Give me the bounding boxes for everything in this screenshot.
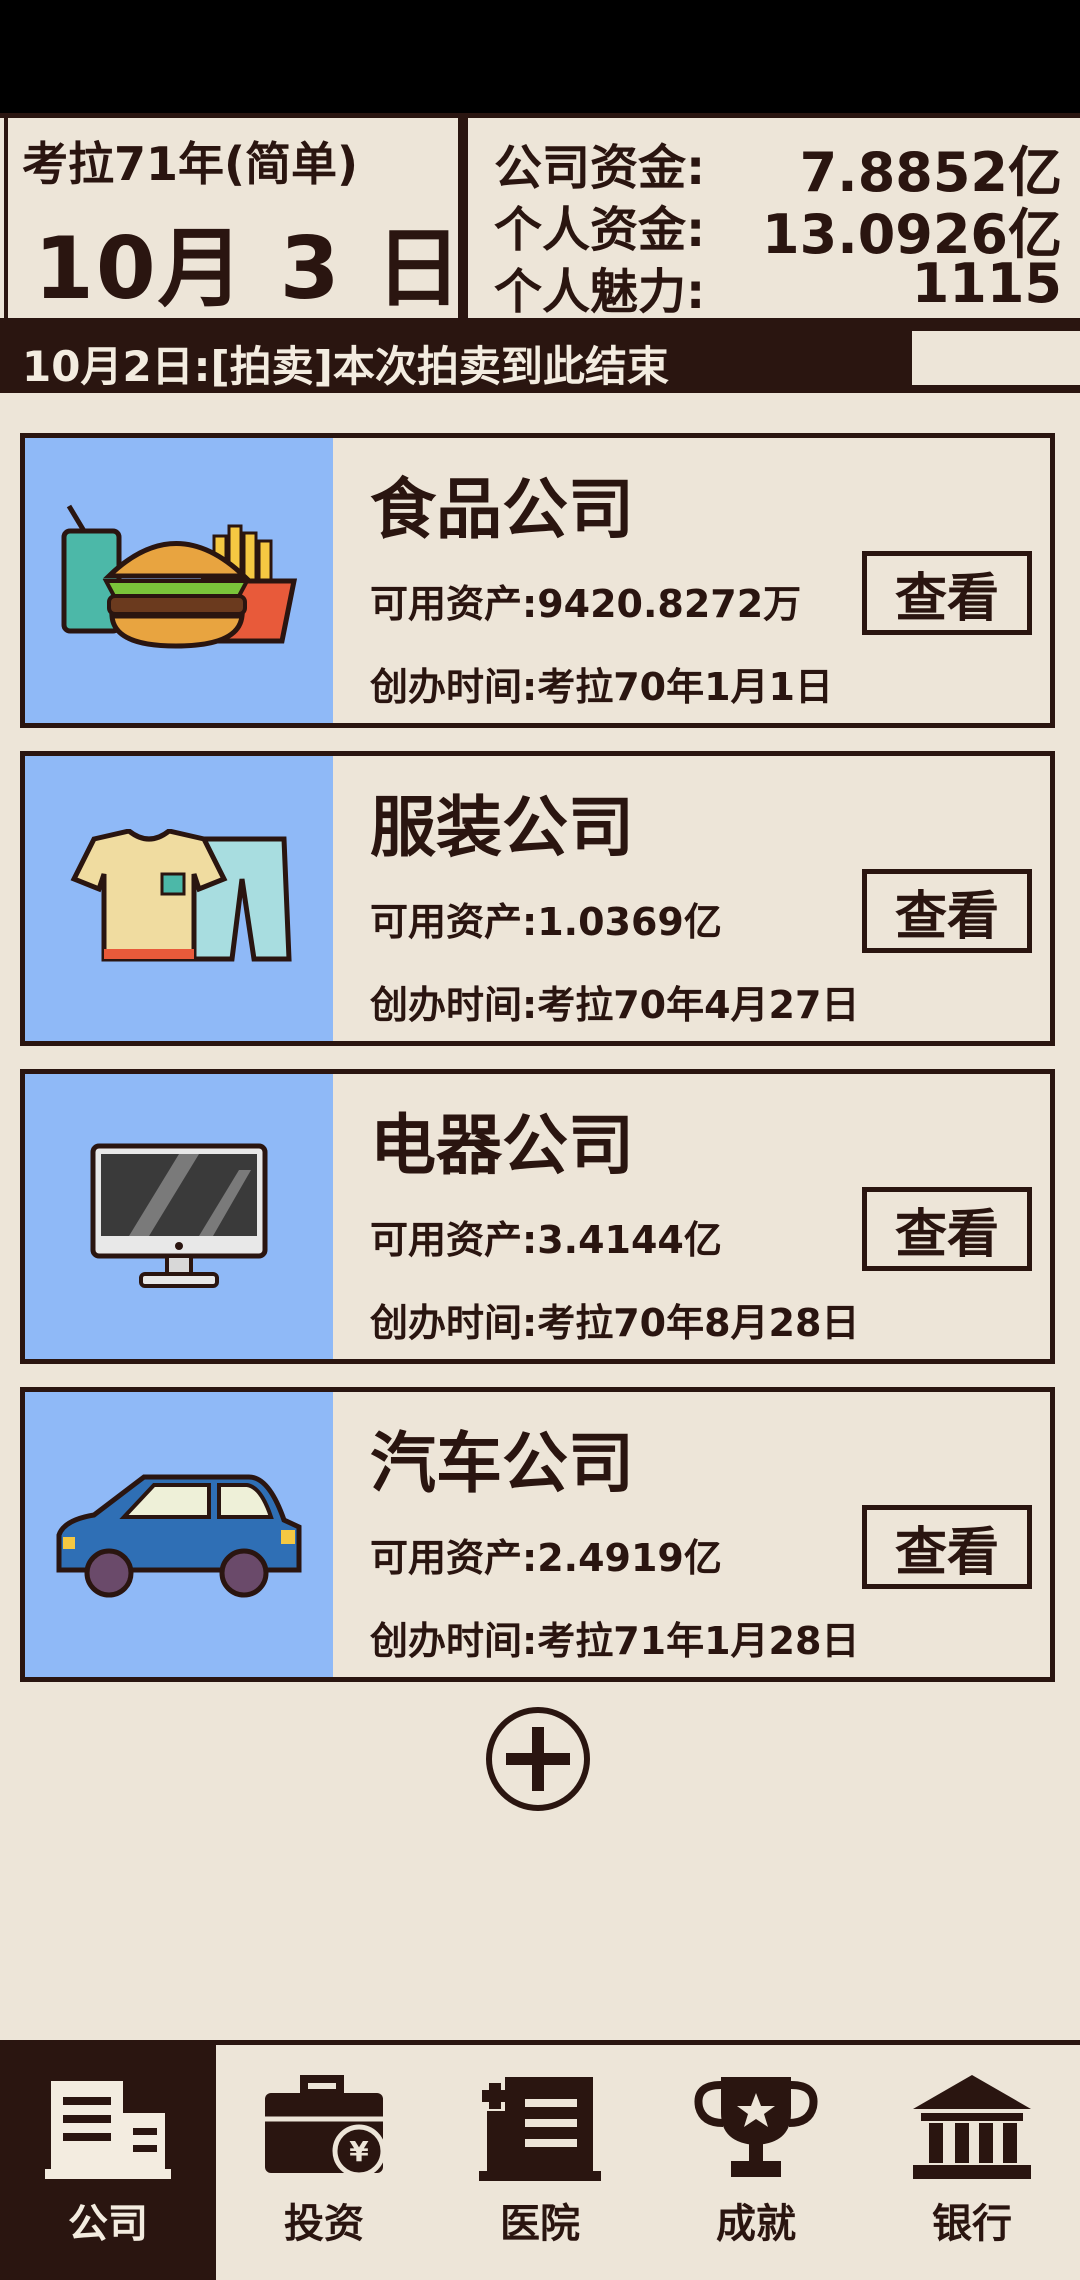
company-founded-date: 创办时间:考拉70年4月27日 (370, 983, 860, 1027)
monitor-icon (90, 1143, 268, 1288)
company-assets: 可用资产:2.4919亿 (370, 1536, 722, 1580)
news-ticker[interactable]: 10月2日:[拍卖]本次拍卖到此结束 (0, 323, 1080, 393)
company-image (25, 756, 333, 1041)
company-name: 食品公司 (370, 471, 634, 548)
nav-label: 成就 (716, 2201, 796, 2247)
view-button[interactable]: 查看 (862, 551, 1032, 635)
ticker-text: 10月2日:[拍卖]本次拍卖到此结束 (22, 342, 669, 391)
company-funds-value: 7.8852亿 (799, 141, 1062, 204)
date-panel: 考拉71年(简单) 10月 3 日 (4, 118, 462, 319)
company-funds-label: 公司资金: (494, 140, 706, 196)
date-month: 10月 (34, 219, 246, 319)
header: 考拉71年(简单) 10月 3 日 公司资金: 7.8852亿 个人资金: 13.0… (0, 113, 1080, 323)
current-date: 10月 3 日 (34, 198, 464, 323)
company-assets: 可用资产:1.0369亿 (370, 900, 722, 944)
company-name: 汽车公司 (370, 1425, 634, 1502)
company-card-electronics[interactable]: 电器公司 可用资产:3.4144亿 创办时间:考拉70年8月28日 查看 (20, 1069, 1055, 1364)
company-founded-date: 创办时间:考拉71年1月28日 (370, 1619, 860, 1663)
company-image (25, 1392, 333, 1677)
personal-funds-value: 13.0926亿 (762, 203, 1062, 266)
status-bar (0, 0, 1080, 113)
company-name: 电器公司 (370, 1107, 634, 1184)
charm-row: 个人魅力: 1115 (494, 252, 1062, 320)
nav-label: 医院 (500, 2201, 580, 2247)
company-image (25, 1074, 333, 1359)
car-icon (56, 1474, 302, 1597)
hospital-icon (479, 2077, 601, 2181)
company-assets: 可用资产:9420.8272万 (370, 582, 802, 626)
view-button[interactable]: 查看 (862, 1505, 1032, 1589)
date-day: 3 (279, 219, 342, 319)
bottom-nav: 公司 ¥ 投资 医院 成就 银行 (0, 2040, 1080, 2280)
bank-icon (913, 2075, 1031, 2179)
company-founded-date: 创办时间:考拉70年1月1日 (370, 665, 833, 709)
company-funds-row: 公司资金: 7.8852亿 (494, 128, 1062, 204)
company-card-food[interactable]: 食品公司 可用资产:9420.8272万 创办时间:考拉70年1月1日 查看 (20, 433, 1055, 728)
personal-funds-row: 个人资金: 13.0926亿 (494, 190, 1062, 266)
nav-label: 银行 (932, 2201, 1012, 2247)
view-button[interactable]: 查看 (862, 1187, 1032, 1271)
company-name: 服装公司 (370, 789, 634, 866)
charm-value: 1115 (911, 252, 1062, 315)
nav-item-company[interactable]: 公司 (0, 2045, 216, 2280)
company-assets: 可用资产:3.4144亿 (370, 1218, 722, 1262)
trophy-icon (694, 2077, 818, 2177)
nav-label: 公司 (68, 2201, 148, 2247)
briefcase-yen-icon: ¥ (265, 2075, 386, 2178)
nav-item-achievements[interactable]: 成就 (648, 2045, 864, 2280)
date-day-unit: 日 (375, 219, 464, 319)
svg-text:¥: ¥ (349, 2135, 369, 2168)
company-image (25, 438, 333, 723)
nav-item-investment[interactable]: ¥ 投资 (216, 2045, 432, 2280)
food-burger-fries-icon (61, 504, 298, 649)
company-card-clothing[interactable]: 服装公司 可用资产:1.0369亿 创办时间:考拉70年4月27日 查看 (20, 751, 1055, 1046)
add-company-button[interactable] (484, 1705, 592, 1813)
clothing-shirt-pants-icon (70, 828, 292, 961)
view-button[interactable]: 查看 (862, 869, 1032, 953)
nav-label: 投资 (284, 2201, 364, 2247)
ticker-slot (912, 331, 1080, 385)
company-building-icon (45, 2081, 171, 2179)
nav-item-hospital[interactable]: 医院 (432, 2045, 648, 2280)
personal-funds-label: 个人资金: (494, 202, 706, 258)
charm-label: 个人魅力: (494, 264, 706, 320)
company-founded-date: 创办时间:考拉70年8月28日 (370, 1301, 860, 1345)
company-card-car[interactable]: 汽车公司 可用资产:2.4919亿 创办时间:考拉71年1月28日 查看 (20, 1387, 1055, 1682)
stats-panel: 公司资金: 7.8852亿 个人资金: 13.0926亿 个人魅力: 1115 (462, 118, 1080, 320)
nav-item-bank[interactable]: 银行 (864, 2045, 1080, 2280)
year-label: 考拉71年(简单) (22, 137, 359, 191)
plus-circle-icon (486, 1707, 590, 1811)
